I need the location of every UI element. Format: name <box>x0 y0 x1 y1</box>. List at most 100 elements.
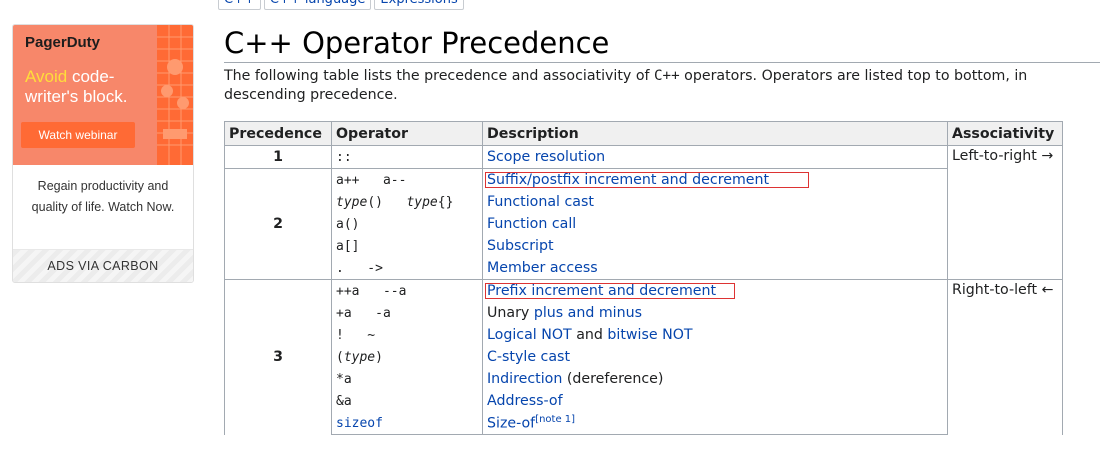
operator-code: a++ a-- <box>336 173 407 188</box>
description-cell: Unary plus and minus <box>482 302 948 324</box>
operator-part: {} <box>437 195 454 210</box>
description-link[interactable]: Function call <box>487 216 576 232</box>
table-row: 3 ++a --a Prefix increment and decrement… <box>224 279 1063 435</box>
description-cell: Prefix increment and decrement <box>482 279 948 302</box>
ad-headline-accent: Avoid <box>25 67 68 86</box>
operator-cell: &a <box>331 390 483 412</box>
operator-cell: a++ a-- <box>331 168 483 191</box>
table-row: 2 a++ a-- Suffix/postfix increment and d… <box>224 168 1063 280</box>
description-cell: Subscript <box>482 235 948 257</box>
pagerduty-logo: PagerDuty <box>25 34 101 51</box>
table-row: a[] Subscript <box>225 235 1063 257</box>
header-precedence: Precedence <box>224 121 332 146</box>
operator-code: . -> <box>336 261 383 276</box>
table-row: ! ~ Logical NOT and bitwise NOT <box>225 324 1063 346</box>
operator-code: type() type{} <box>336 195 453 210</box>
header-operator: Operator <box>331 121 483 146</box>
description-cell: Size-of[note 1] <box>482 412 948 435</box>
operator-cell: ! ~ <box>331 324 483 346</box>
description-link[interactable]: Subscript <box>487 238 554 254</box>
ad-description[interactable]: Regain productivity and quality of life.… <box>21 176 185 218</box>
description-text: and <box>571 327 608 343</box>
associativity-cell: Left-to-right → <box>947 145 1063 280</box>
description-cell: Indirection (dereference) <box>482 368 948 390</box>
description-cell: Address-of <box>482 390 948 412</box>
watch-webinar-button[interactable]: Watch webinar <box>21 122 135 148</box>
description-link[interactable]: Indirection <box>487 371 562 387</box>
description-cell: Functional cast <box>482 191 948 213</box>
description-link[interactable]: Size-of <box>487 416 535 432</box>
description-link[interactable]: Member access <box>487 260 598 276</box>
operator-code: (type) <box>336 350 383 365</box>
operator-cell: +a -a <box>331 302 483 324</box>
breadcrumb-expressions[interactable]: Expressions <box>374 0 464 10</box>
page-title: C++ Operator Precedence <box>224 26 610 60</box>
table-row: &a Address-of <box>225 390 1063 412</box>
operator-cell: sizeof <box>331 412 483 435</box>
description-cell: Member access <box>482 257 948 280</box>
operator-part: () <box>367 195 407 210</box>
operator-type-placeholder: type <box>406 195 438 210</box>
operator-type-placeholder: type <box>343 350 376 365</box>
description-link[interactable]: bitwise NOT <box>607 327 692 343</box>
operator-code: a[] <box>336 239 360 254</box>
operator-code: ! ~ <box>336 328 376 343</box>
operator-cell: a[] <box>331 235 483 257</box>
precedence-cell: 3 <box>224 279 332 435</box>
ads-via-carbon-link[interactable]: ADS VIA CARBON <box>13 249 193 282</box>
footnote-reference[interactable]: [note 1] <box>535 414 575 425</box>
description-link[interactable]: plus and minus <box>534 305 642 321</box>
operator-part: ) <box>375 350 383 365</box>
description-cell: C-style cast <box>482 346 948 368</box>
operator-code: +a -a <box>336 306 391 321</box>
operator-part: ( <box>336 350 344 365</box>
operator-cell: *a <box>331 368 483 390</box>
operator-cell: (type) <box>331 346 483 368</box>
description-link[interactable]: Functional cast <box>487 194 594 210</box>
operator-cell: type() type{} <box>331 191 483 213</box>
description-link[interactable]: Scope resolution <box>487 149 605 165</box>
title-divider <box>224 62 1100 63</box>
breadcrumb: C++ C++ language Expressions <box>218 0 464 10</box>
description-cell: Logical NOT and bitwise NOT <box>482 324 948 346</box>
description-cell: Scope resolution <box>482 145 948 169</box>
operator-cell: :: <box>331 145 483 169</box>
operator-code[interactable]: sizeof <box>336 416 383 431</box>
associativity-cell: Right-to-left ← <box>947 279 1063 435</box>
table-header-row: Precedence Operator Description Associat… <box>224 121 1063 146</box>
table-row: +a -a Unary plus and minus <box>225 302 1063 324</box>
operator-code: &a <box>336 394 352 409</box>
operator-precedence-table: Precedence Operator Description Associat… <box>224 121 1063 435</box>
description-link[interactable]: C-style cast <box>487 349 570 365</box>
intro-text-start: The following table lists the precedence… <box>224 68 655 84</box>
intro-code: C++ <box>654 68 680 84</box>
description-link[interactable]: Address-of <box>487 393 563 409</box>
intro-paragraph: The following table lists the precedence… <box>224 67 1100 105</box>
description-text: (dereference) <box>562 371 664 387</box>
header-description: Description <box>482 121 948 146</box>
table-row: type() type{} Functional cast <box>225 191 1063 213</box>
operator-cell: . -> <box>331 257 483 280</box>
description-cell: Function call <box>482 213 948 235</box>
precedence-cell: 2 <box>224 168 332 280</box>
table-row: . -> Member access <box>225 257 1063 280</box>
ad-banner[interactable]: PagerDuty Avoid code-writer's block. Wat… <box>13 25 193 165</box>
table-row: *a Indirection (dereference) <box>225 368 1063 390</box>
highlighted-description-link[interactable]: Suffix/postfix increment and decrement <box>485 172 809 188</box>
breadcrumb-cpp[interactable]: C++ <box>218 0 261 10</box>
carbon-ad[interactable]: PagerDuty Avoid code-writer's block. Wat… <box>12 24 194 283</box>
table-row: a() Function call <box>225 213 1063 235</box>
operator-cell: ++a --a <box>331 279 483 302</box>
precedence-cell: 1 <box>224 145 332 169</box>
description-link[interactable]: Logical NOT <box>487 327 572 343</box>
operator-code: a() <box>336 217 360 232</box>
table-row: 1 :: Scope resolution Left-to-right → <box>224 145 1063 280</box>
breadcrumb-cpp-language[interactable]: C++ language <box>263 0 372 10</box>
operator-type-placeholder: type <box>336 195 368 210</box>
highlighted-description-link[interactable]: Prefix increment and decrement <box>485 283 735 299</box>
description-text: Unary <box>487 305 534 321</box>
operator-code: ++a --a <box>336 284 407 299</box>
operator-cell: a() <box>331 213 483 235</box>
table-row: sizeof Size-of[note 1] <box>225 412 1063 435</box>
operator-code: *a <box>336 372 352 387</box>
